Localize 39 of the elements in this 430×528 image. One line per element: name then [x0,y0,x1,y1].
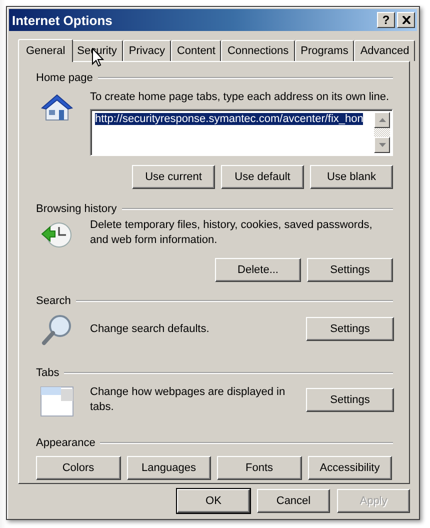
home-page-field[interactable]: http://securityresponse.symantec.com/avcenter/fix_hon [90,109,393,156]
section-title: Browsing history [36,203,117,215]
tabs-icon [40,385,74,417]
close-button[interactable] [397,12,415,28]
tab[interactable]: Privacy [122,40,171,61]
section-title: Search [36,295,71,307]
dialog-button[interactable]: Colors [36,456,120,480]
dialog-button[interactable]: Use current [132,165,215,189]
dialog-button[interactable]: OK [177,489,250,513]
dialog-button[interactable]: Accessibility [308,456,392,480]
dialog-button[interactable]: Settings [306,317,394,341]
dialog-button[interactable]: Languages [126,456,211,480]
dialog-button[interactable]: Settings [306,388,394,412]
description: Change search defaults. [90,322,210,336]
description: Change how webpages are displayed in tabs. [90,385,286,415]
dialog-button[interactable]: Cancel [257,489,330,513]
tab[interactable]: Content [170,40,222,61]
dialog-button[interactable]: Fonts [217,456,302,480]
search-icon [40,313,74,347]
help-button[interactable]: ? [377,12,395,28]
section-title: Appearance [36,437,96,449]
dialog-button[interactable]: Settings [307,258,393,282]
tab[interactable]: Advanced [354,40,416,61]
close-icon [402,16,410,24]
dialog-button[interactable]: Use blank [310,165,393,189]
description: To create home page tabs, type each address on its own line. [90,90,390,105]
down-arrow-icon [378,143,386,147]
tab[interactable]: Connections [221,40,295,61]
window-title: Internet Options [12,12,114,28]
section-title: Home page [36,72,93,84]
address-text: http://securityresponse.symantec.com/avcenter/fix_hon [95,113,364,125]
tab[interactable]: General [18,39,74,62]
dialog-button[interactable]: Delete... [215,258,301,282]
description: Delete temporary files, history, cookies, saved passwords, and web form information. [90,218,374,248]
up-arrow-icon [378,118,386,122]
dialog-button[interactable]: Use default [221,165,304,189]
tab[interactable]: Programs [294,40,354,61]
scrollbar[interactable] [374,112,390,153]
section-title: Tabs [36,367,60,379]
